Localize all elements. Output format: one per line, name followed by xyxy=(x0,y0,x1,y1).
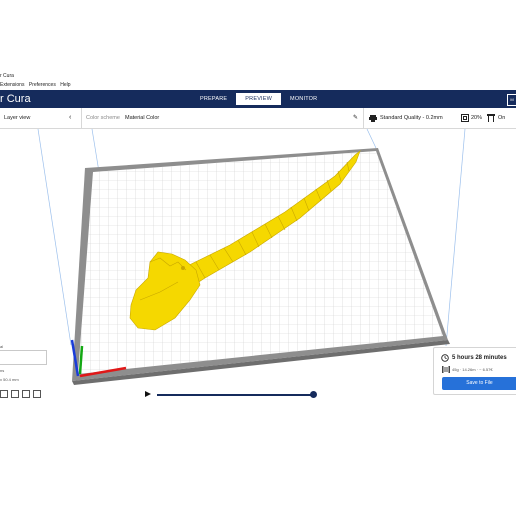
marketplace-button[interactable]: M xyxy=(507,94,516,106)
divider xyxy=(81,108,82,128)
app-logo: r Cura xyxy=(0,93,31,105)
menu-item-preferences[interactable]: Preferences xyxy=(29,82,56,88)
support-value[interactable]: On xyxy=(498,108,505,128)
left-panel-label: al xyxy=(0,344,4,349)
layer-path-slider[interactable] xyxy=(157,394,314,396)
window-title-bar: r Cura xyxy=(0,72,516,81)
color-scheme-select[interactable]: Material Color xyxy=(125,108,159,128)
build-volume-edge xyxy=(91,129,100,173)
spool-icon xyxy=(442,366,450,373)
build-volume-edge xyxy=(37,129,72,346)
material-estimate: 45g · 14.26m · ~ 6.57€ xyxy=(452,367,493,372)
application-header: r Cura PREPARE PREVIEW MONITOR M xyxy=(0,90,516,108)
tab-prepare[interactable]: PREPARE xyxy=(191,93,236,105)
layer-path-slider-handle[interactable] xyxy=(310,391,317,398)
print-profile-select[interactable]: Standard Quality - 0.2mm xyxy=(380,108,443,128)
view-orientation-buttons xyxy=(0,390,41,398)
pencil-icon[interactable]: ✎ xyxy=(353,108,358,128)
view-top-icon[interactable] xyxy=(22,390,30,398)
object-dimension-label: ns xyxy=(0,368,5,373)
divider xyxy=(363,108,364,128)
menu-item-extensions[interactable]: Extensions xyxy=(0,82,24,88)
play-simulation-button[interactable] xyxy=(145,391,151,397)
tab-monitor[interactable]: MONITOR xyxy=(281,93,326,105)
printer-icon xyxy=(369,115,377,122)
object-dimension-value: x 50.4 mm xyxy=(0,377,19,382)
chevron-left-icon[interactable]: ‹ xyxy=(69,108,71,128)
menu-bar: Extensions Preferences Help xyxy=(0,81,516,90)
stage-menu-bar: Layer view ‹ Color scheme Material Color… xyxy=(0,108,516,129)
object-list-input[interactable] xyxy=(0,350,47,365)
view-3d-icon[interactable] xyxy=(0,390,8,398)
build-volume-edge xyxy=(366,129,377,149)
build-volume-edge xyxy=(445,129,466,347)
save-to-file-button[interactable]: Save to File xyxy=(442,377,516,390)
print-time: 5 hours 28 minutes xyxy=(452,355,507,361)
view-left-icon[interactable] xyxy=(33,390,41,398)
print-summary-panel: 5 hours 28 minutes 45g · 14.26m · ~ 6.57… xyxy=(433,347,516,395)
menu-item-help[interactable]: Help xyxy=(60,82,70,88)
view-mode-select[interactable]: Layer view xyxy=(4,108,30,128)
support-icon xyxy=(487,114,495,122)
color-scheme-label: Color scheme xyxy=(86,115,120,121)
infill-value[interactable]: 20% xyxy=(471,108,482,128)
tab-preview[interactable]: PREVIEW xyxy=(236,93,282,105)
clock-icon xyxy=(441,354,449,362)
stage-tabs: PREPARE PREVIEW MONITOR xyxy=(191,93,326,105)
window-title: r Cura xyxy=(0,73,14,79)
infill-icon xyxy=(461,114,469,122)
view-front-icon[interactable] xyxy=(11,390,19,398)
